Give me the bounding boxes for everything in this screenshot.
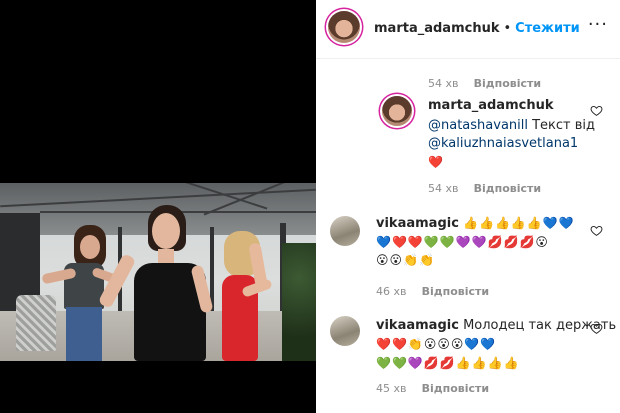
comment-meta: 54 хв Відповісти xyxy=(428,177,541,196)
reply-button[interactable]: Відповісти xyxy=(474,77,542,90)
comment-time: 46 хв xyxy=(376,285,407,298)
comments-panel: marta_adamchuk • Стежити ··· 54 хв Відпові… xyxy=(316,0,620,413)
post-video[interactable] xyxy=(0,0,316,413)
video-frame xyxy=(0,183,316,361)
heart-outline-icon[interactable] xyxy=(590,224,603,237)
comment-emoji: 💚💚💜💋💋👍👍👍👍 xyxy=(376,356,520,370)
comment-emoji: 💙❤️❤️💚💚💜💜💋💋💋😮 xyxy=(376,235,549,249)
comment-time: 45 хв xyxy=(376,382,407,395)
comment-meta: 45 хв Відповісти xyxy=(376,377,489,396)
separator-dot: • xyxy=(503,21,512,36)
comment-time: 54 хв xyxy=(428,182,459,195)
comment-time: 54 хв xyxy=(428,77,459,90)
mention-link[interactable]: @natashavanill xyxy=(428,118,528,133)
commenter-username[interactable]: vikaamagic xyxy=(376,216,459,231)
commenter-username[interactable]: vikaamagic xyxy=(376,318,459,333)
instagram-post: marta_adamchuk • Стежити ··· 54 хв Відпові… xyxy=(0,0,620,413)
comment-meta: 46 хв Відповісти xyxy=(376,280,489,299)
author-username[interactable]: marta_adamchuk xyxy=(374,21,499,36)
commenter-avatar[interactable] xyxy=(330,316,360,346)
previous-comment-meta: 54 хв Відповісти xyxy=(428,72,541,91)
commenter-avatar[interactable] xyxy=(330,216,360,246)
more-options-icon[interactable]: ··· xyxy=(588,14,608,35)
commenter-username[interactable]: marta_adamchuk xyxy=(428,98,553,113)
commenter-avatar[interactable] xyxy=(382,96,412,126)
heart-outline-icon[interactable] xyxy=(590,104,603,117)
comment-emoji: ❤️ xyxy=(428,155,444,169)
comment-emoji: 😮😮👏👏 xyxy=(376,253,435,267)
chair xyxy=(16,295,56,351)
post-header: marta_adamchuk • Стежити ··· xyxy=(316,0,620,59)
author-avatar[interactable] xyxy=(328,11,360,43)
comment-emoji: ❤️❤️👏😮😮😮💙💙 xyxy=(376,337,497,351)
mention-link[interactable]: @kaliuzhnaiasvetlana1 xyxy=(428,136,578,151)
reply-button[interactable]: Відповісти xyxy=(422,382,490,395)
reply-button[interactable]: Відповісти xyxy=(422,285,490,298)
reply-button[interactable]: Відповісти xyxy=(474,182,542,195)
comment-text: Текст від xyxy=(527,118,596,133)
heart-outline-icon[interactable] xyxy=(590,322,603,335)
comment-emoji: 👍👍👍👍👍💙💙 xyxy=(463,216,575,230)
follow-button[interactable]: Стежити xyxy=(515,21,580,36)
